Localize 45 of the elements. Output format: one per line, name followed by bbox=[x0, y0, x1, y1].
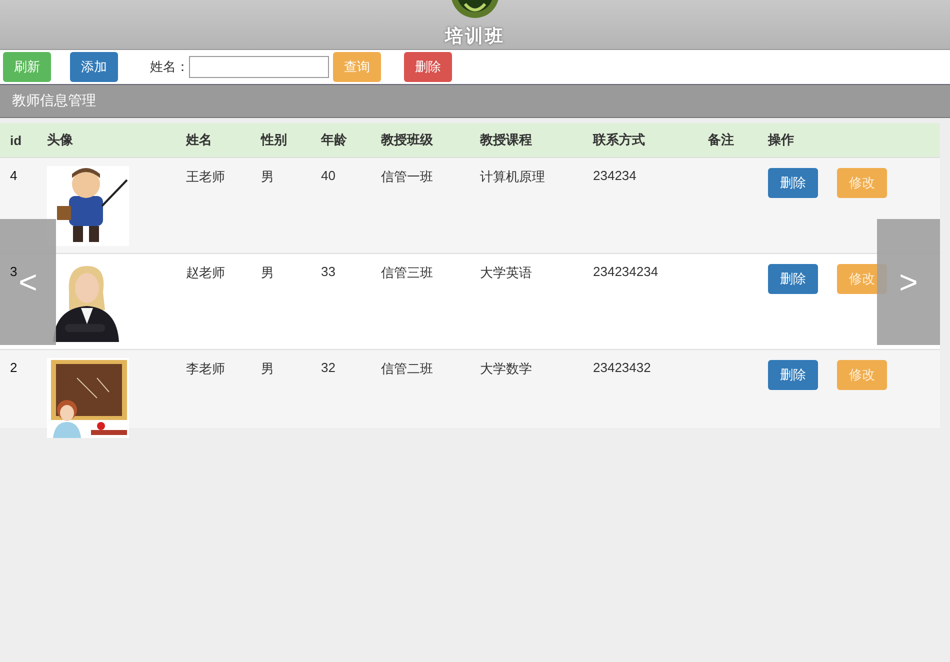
column-header: 性别 bbox=[261, 131, 287, 149]
table-cell: 男 bbox=[261, 169, 274, 184]
table-cell: 40 bbox=[321, 168, 336, 183]
column-header: 头像 bbox=[47, 131, 73, 149]
delete-button[interactable]: 删除 bbox=[768, 360, 818, 390]
table-cell: 4 bbox=[10, 168, 18, 183]
table-cell: 2 bbox=[10, 360, 18, 375]
search-button[interactable]: 查询 bbox=[333, 52, 381, 82]
table-cell: 李老师 bbox=[186, 361, 225, 376]
table-cell: 大学英语 bbox=[480, 265, 532, 280]
table-cell: 234234 bbox=[593, 168, 636, 183]
table-cell: 王老师 bbox=[186, 169, 225, 184]
column-header: 姓名 bbox=[186, 131, 212, 149]
next-button[interactable]: > bbox=[877, 219, 940, 345]
table-cell: 信管一班 bbox=[381, 169, 433, 184]
table-cell: 男 bbox=[261, 265, 274, 280]
edit-button[interactable]: 修改 bbox=[837, 360, 887, 390]
column-header: 教授课程 bbox=[480, 131, 532, 149]
table-cell: 男 bbox=[261, 361, 274, 376]
add-button[interactable]: 添加 bbox=[70, 52, 118, 82]
name-field[interactable] bbox=[189, 56, 329, 78]
table-cell: 信管二班 bbox=[381, 361, 433, 376]
table-cell: 信管三班 bbox=[381, 265, 433, 280]
table-cell: 3 bbox=[10, 264, 18, 279]
panel-title: 教师信息管理 bbox=[0, 84, 950, 118]
edit-button[interactable]: 修改 bbox=[837, 168, 887, 198]
table-cell: 23423432 bbox=[593, 360, 651, 375]
column-header: id bbox=[10, 132, 22, 148]
table-cell: 32 bbox=[321, 360, 336, 375]
name-label: 姓名： bbox=[150, 58, 189, 76]
column-header: 操作 bbox=[768, 131, 794, 149]
delete-button[interactable]: 删除 bbox=[404, 52, 452, 82]
column-header: 教授班级 bbox=[381, 131, 433, 149]
table-cell: 赵老师 bbox=[186, 265, 225, 280]
column-header: 年龄 bbox=[321, 131, 347, 149]
refresh-button[interactable]: 刷新 bbox=[3, 52, 51, 82]
delete-button[interactable]: 删除 bbox=[768, 168, 818, 198]
table-cell: 计算机原理 bbox=[480, 169, 545, 184]
column-header: 联系方式 bbox=[593, 131, 645, 149]
table-cell: 大学数学 bbox=[480, 361, 532, 376]
table-cell: 33 bbox=[321, 264, 336, 279]
site-title: 培训班 bbox=[445, 25, 505, 48]
column-header: 备注 bbox=[708, 131, 734, 149]
table-cell: 234234234 bbox=[593, 264, 658, 279]
delete-button[interactable]: 删除 bbox=[768, 264, 818, 294]
